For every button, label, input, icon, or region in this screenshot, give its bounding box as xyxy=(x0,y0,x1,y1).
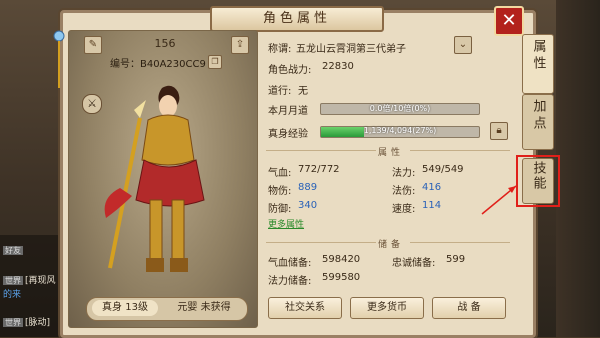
chat-line: 世界 [再现风 xyxy=(3,273,56,286)
exp-label: 真身经验 xyxy=(268,129,308,140)
screen-edge-frame xyxy=(556,0,600,337)
chat-text: 的来 xyxy=(3,290,22,300)
mp-reserve-value: 599580 xyxy=(322,272,361,283)
divider xyxy=(410,150,510,151)
defense-value: 340 xyxy=(298,200,318,211)
speed-label: 速度: xyxy=(392,204,416,215)
loyalty-reserve-value: 599 xyxy=(446,254,466,265)
divider xyxy=(266,242,376,243)
attributes-header: 属性 xyxy=(378,148,405,158)
character-figure xyxy=(100,78,230,288)
chat-line: 的来 xyxy=(3,287,21,300)
tab-attributes-label: 属性 xyxy=(530,39,546,73)
window-title: 角色属性 xyxy=(210,6,384,32)
tab-add-points-label: 加点 xyxy=(530,99,546,133)
dao-value: 无 xyxy=(298,86,308,97)
title-label: 称谓: xyxy=(268,44,292,55)
divider xyxy=(410,242,510,243)
monthly-dao-label: 本月月道 xyxy=(268,106,308,117)
monthly-dao-bar: 0.0倍/10倍(0%) xyxy=(320,103,480,115)
chevron-down-icon[interactable]: ⌄ xyxy=(454,36,472,54)
chat-channel-tag: 世界 xyxy=(3,318,23,327)
title-value: 五龙山云霄洞第三代弟子 xyxy=(296,44,406,55)
combat-power-label: 角色战力: xyxy=(268,65,312,76)
chat-channel-tag: 世界 xyxy=(3,276,23,285)
monthly-dao-text: 0.0倍/10倍(0%) xyxy=(369,104,431,113)
chat-text: [再现风 xyxy=(25,276,56,286)
exp-bar: 1,139/4,094(27%) xyxy=(320,126,480,138)
character-number: 156 xyxy=(154,37,176,50)
defense-label: 防御: xyxy=(268,204,292,215)
phys-dmg-label: 物伤: xyxy=(268,186,292,197)
speed-value: 114 xyxy=(422,200,442,211)
mag-dmg-label: 法伤: xyxy=(392,186,416,197)
mp-reserve-label: 法力储备: xyxy=(268,276,312,287)
phys-dmg-value: 889 xyxy=(298,182,318,193)
code-label: 编号： xyxy=(110,59,140,70)
loyalty-reserve-label: 忠诚储备: xyxy=(392,258,436,269)
more-currency-button[interactable]: 更多货币 xyxy=(350,297,424,319)
close-button[interactable]: ✕ xyxy=(494,6,524,36)
social-relations-button[interactable]: 社交关系 xyxy=(268,297,342,319)
character-code: 编号：B40A230CC9 xyxy=(110,55,206,70)
chat-text: [脉动] xyxy=(25,318,51,328)
chat-line: 世界 [脉动] xyxy=(3,315,50,328)
hp-reserve-value: 598420 xyxy=(322,254,361,265)
tab-add-points[interactable]: 加点 xyxy=(522,94,554,150)
combat-power-value: 22830 xyxy=(322,61,354,72)
lock-icon[interactable]: 🔒︎ xyxy=(490,122,508,140)
exp-text: 1,139/4,094(27%) xyxy=(363,126,437,135)
code-value: B40A230CC9 xyxy=(140,59,206,70)
dao-label: 道行: xyxy=(268,86,292,97)
edit-icon[interactable]: ✎ xyxy=(84,36,102,54)
reserve-header: 储备 xyxy=(378,240,405,250)
chat-channel-tag: 好友 xyxy=(3,246,23,255)
divider xyxy=(266,150,376,151)
realm-tab-body[interactable]: 真身 13级 xyxy=(92,300,158,316)
realm-tab-primordial[interactable]: 元婴 未获得 xyxy=(164,300,244,316)
battle-prep-button[interactable]: 战 备 xyxy=(432,297,506,319)
mp-label: 法力: xyxy=(392,168,416,179)
annotation-arrow-icon xyxy=(478,178,528,218)
share-icon[interactable]: ⇪ xyxy=(231,36,249,54)
copy-icon[interactable]: ❐ xyxy=(208,55,222,69)
chat-line: 好友 xyxy=(3,245,25,256)
hp-reserve-label: 气血储备: xyxy=(268,258,312,269)
mag-dmg-value: 416 xyxy=(422,182,442,193)
tab-attributes[interactable]: 属性 xyxy=(522,34,554,94)
jade-pendant-icon xyxy=(52,30,66,90)
more-attributes-link[interactable]: 更多属性 xyxy=(268,217,304,230)
crossed-swords-icon[interactable]: ⚔ xyxy=(82,94,102,114)
hp-value: 772/772 xyxy=(298,164,340,175)
hp-label: 气血: xyxy=(268,168,292,179)
mp-value: 549/549 xyxy=(422,164,464,175)
